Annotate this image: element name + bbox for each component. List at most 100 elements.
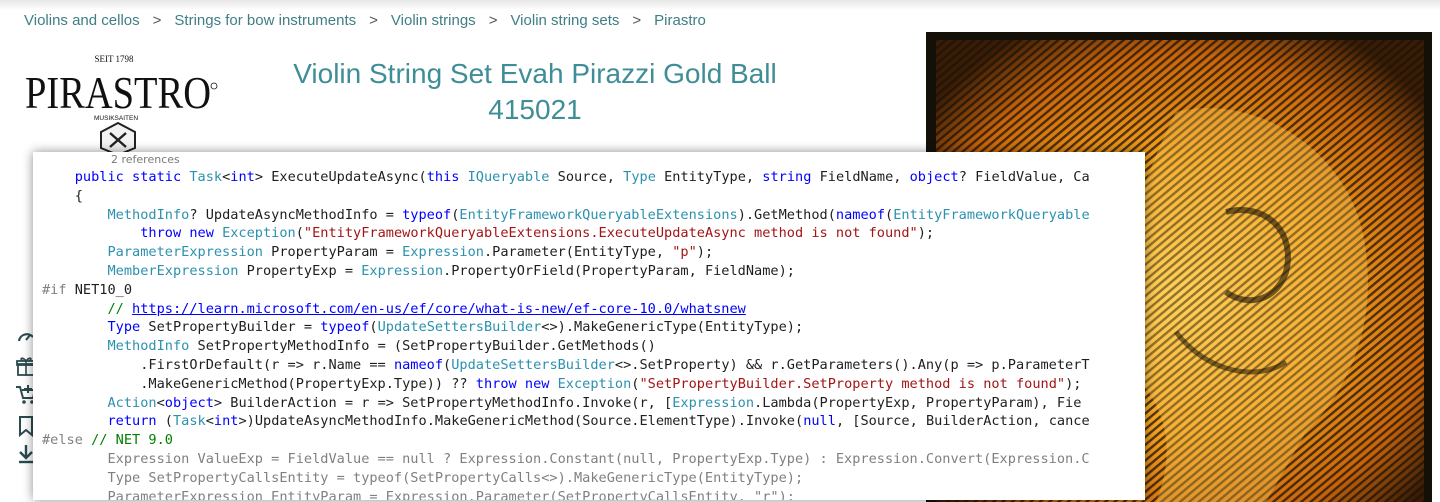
code-token: EntityFrameworkQueryableExtensions: [459, 206, 738, 223]
code-token: > BuilderAction = r => SetPropertyMethod…: [213, 394, 673, 411]
code-line[interactable]: Type SetPropertyBuilder = typeof(UpdateS…: [42, 318, 1090, 337]
code-token: // NET 9.0: [91, 432, 173, 449]
pirastro-logo[interactable]: SEIT 1798 PIRASTRO MUSIKSAITEN: [22, 50, 227, 157]
breadcrumb-pirastro[interactable]: Pirastro: [654, 12, 706, 29]
top-shadow: [0, 0, 1440, 10]
code-link[interactable]: https://learn.microsoft.com/en-us/ef/cor…: [132, 301, 746, 317]
code-line[interactable]: return (Task<int>)UpdateAsyncMethodInfo.…: [42, 412, 1090, 431]
code-token: ? UpdateAsyncMethodInfo =: [189, 206, 403, 223]
code-token: Type SetPropertyCallsEntity = typeof(Set…: [107, 469, 804, 486]
code-text[interactable]: public static Task<int> ExecuteUpdateAsy…: [42, 168, 1090, 500]
code-token: >)UpdateAsyncMethodInfo.MakeGenericMetho…: [238, 413, 804, 430]
code-token: .FirstOrDefault(r => r.Name ==: [140, 356, 394, 373]
code-line[interactable]: .MakeGenericMethod(PropertyExp.Type)) ??…: [42, 375, 1090, 394]
code-token: (: [164, 413, 173, 430]
breadcrumb: Violins and cellos > Strings for bow ins…: [24, 12, 706, 29]
code-token: EntityFrameworkQueryable: [893, 206, 1090, 223]
code-token: > ExecuteUpdateAsync(: [254, 169, 427, 185]
code-token: int: [230, 169, 255, 185]
code-token: nameof: [835, 206, 886, 223]
breadcrumb-violin-string-sets[interactable]: Violin string sets: [510, 12, 619, 29]
pirastro-logo-graphic: SEIT 1798 PIRASTRO MUSIKSAITEN: [25, 54, 218, 157]
code-token: string: [762, 169, 812, 185]
code-token: Expression: [672, 394, 755, 411]
code-token: "EntityFrameworkQueryableExtensions.Exec…: [303, 225, 918, 242]
code-token: this: [426, 169, 468, 185]
code-token: .Lambda(PropertyExp, PropertyParam), Fie: [754, 394, 1082, 411]
code-editor-window[interactable]: 2 references public static Task<int> Exe…: [33, 152, 1145, 500]
code-line[interactable]: public static Task<int> ExecuteUpdateAsy…: [42, 168, 1090, 187]
code-token: UpdateSettersBuilder: [377, 319, 542, 336]
breadcrumb-separator: >: [632, 12, 642, 29]
code-token: int: [213, 413, 239, 430]
code-token: Exception: [222, 225, 296, 242]
code-token: object: [909, 169, 959, 185]
logo-tagline: MUSIKSAITEN: [94, 115, 138, 122]
code-token: MethodInfo: [107, 338, 190, 355]
code-token: throw new: [475, 375, 558, 392]
code-line[interactable]: MemberExpression PropertyExp = Expressio…: [42, 262, 1090, 281]
code-line[interactable]: throw new Exception("EntityFrameworkQuer…: [42, 224, 1090, 243]
code-token: Type: [623, 169, 656, 185]
code-token: PropertyParam =: [262, 244, 403, 261]
code-token: (: [295, 225, 304, 242]
code-token: <: [156, 394, 165, 411]
code-line[interactable]: Type SetPropertyCallsEntity = typeof(Set…: [42, 469, 1090, 488]
code-token: SetPropertyBuilder =: [140, 319, 321, 336]
code-token: MemberExpression: [107, 262, 239, 279]
code-token: Expression ValueExp = FieldValue == null…: [107, 450, 1090, 467]
code-token: PropertyExp =: [238, 262, 362, 279]
code-token: Task: [172, 413, 206, 430]
code-token: throw new: [140, 225, 223, 242]
code-token: Expression: [402, 244, 484, 261]
code-token: "p": [672, 244, 697, 261]
code-token: Action: [107, 394, 157, 411]
code-line[interactable]: MethodInfo? UpdateAsyncMethodInfo = type…: [42, 206, 1090, 225]
code-token: ? FieldValue, Ca: [958, 169, 1090, 185]
code-token: FieldName,: [811, 169, 910, 185]
code-token: EntityType,: [655, 169, 763, 185]
code-token: ParameterExpression: [107, 244, 263, 261]
code-token: #if: [42, 281, 67, 298]
code-line[interactable]: ParameterExpression EntityParam = Expres…: [42, 488, 1090, 500]
code-line[interactable]: ParameterExpression PropertyParam = Expr…: [42, 243, 1090, 262]
code-token: (: [369, 319, 378, 336]
code-line[interactable]: #else // NET 9.0: [42, 431, 1090, 450]
code-token: SetPropertyMethodInfo = (SetPropertyBuil…: [189, 338, 656, 355]
code-token: null: [803, 413, 836, 430]
code-token: );: [1065, 375, 1082, 392]
breadcrumb-strings-for-bow-instruments[interactable]: Strings for bow instruments: [174, 12, 356, 29]
product-title: Violin String Set Evah Pirazzi Gold Ball…: [244, 56, 826, 128]
code-token: typeof: [402, 206, 452, 223]
code-line[interactable]: // https://learn.microsoft.com/en-us/ef/…: [42, 300, 1090, 319]
code-line[interactable]: #if NET10_0: [42, 281, 1090, 300]
code-line[interactable]: {: [42, 187, 1090, 206]
code-token: ).GetMethod(: [737, 206, 836, 223]
code-token: nameof: [393, 356, 444, 373]
code-token: <: [205, 413, 214, 430]
code-token: Exception: [557, 375, 632, 392]
code-line[interactable]: Action<object> BuilderAction = r => SetP…: [42, 394, 1090, 413]
product-title-name: Violin String Set Evah Pirazzi Gold Ball: [293, 58, 777, 89]
code-token: (: [885, 206, 894, 223]
logo-since: SEIT 1798: [94, 54, 134, 64]
code-token: .Parameter(EntityType,: [483, 244, 673, 261]
code-token: ParameterExpression EntityParam = Expres…: [107, 488, 795, 500]
code-token: typeof: [320, 319, 370, 336]
code-line[interactable]: Expression ValueExp = FieldValue == null…: [42, 450, 1090, 469]
code-line[interactable]: .FirstOrDefault(r => r.Name == nameof(Up…: [42, 356, 1090, 375]
breadcrumb-violin-strings[interactable]: Violin strings: [391, 12, 476, 29]
breadcrumb-violins-and-cellos[interactable]: Violins and cellos: [24, 12, 140, 29]
code-token: MethodInfo: [107, 206, 190, 223]
breadcrumb-separator: >: [488, 12, 498, 29]
code-token: (: [443, 356, 452, 373]
code-token: );: [696, 244, 714, 261]
code-token: Source,: [549, 169, 624, 185]
code-token: #else: [42, 432, 83, 449]
codelens-references[interactable]: 2 references: [111, 153, 180, 166]
code-token: return: [107, 413, 165, 430]
code-token: public static: [74, 169, 190, 185]
code-token: <>).MakeGenericType(EntityType);: [541, 319, 804, 336]
code-line[interactable]: MethodInfo SetPropertyMethodInfo = (SetP…: [42, 337, 1090, 356]
